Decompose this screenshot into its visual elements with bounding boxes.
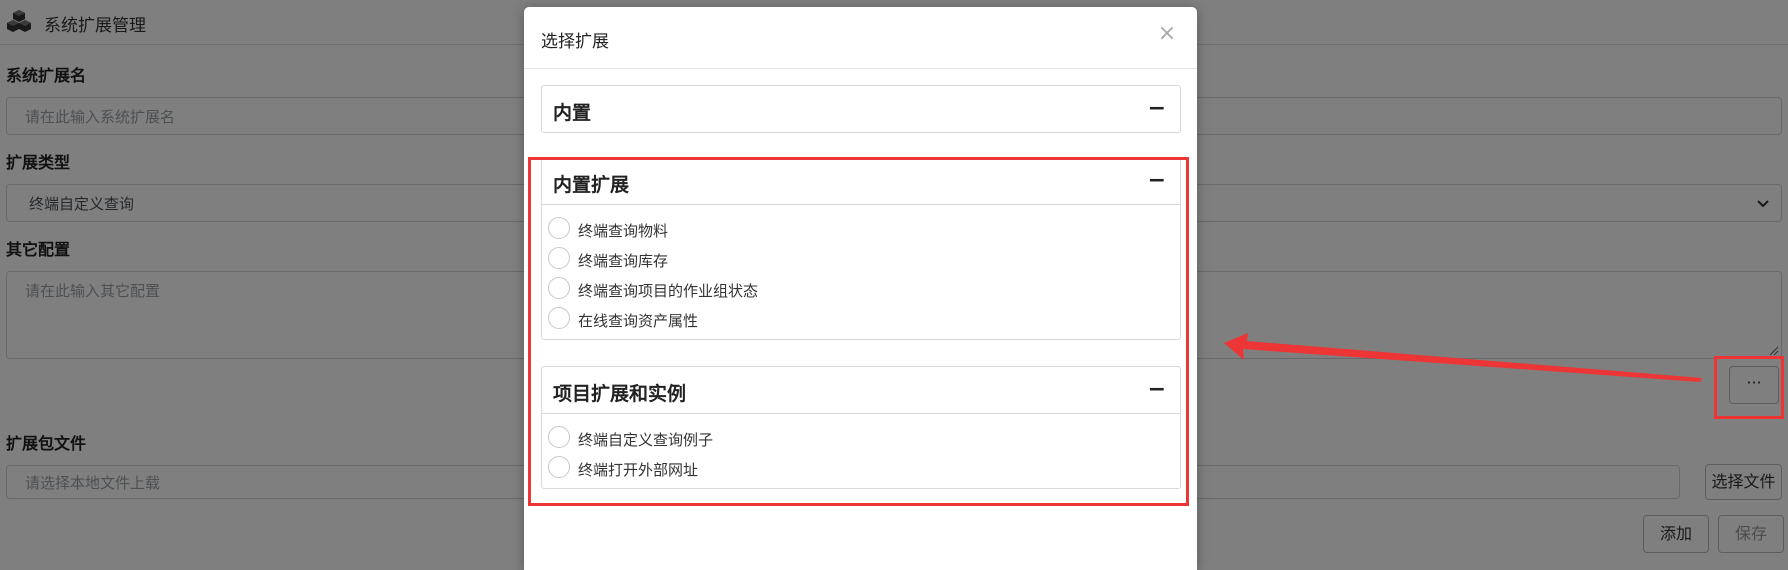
highlight-box-browse-button — [1714, 356, 1784, 419]
dialog-header: 选择扩展 × — [524, 7, 1197, 69]
group-builtin: 内置 − — [541, 85, 1181, 133]
dialog-title: 选择扩展 — [541, 32, 609, 52]
group-header[interactable]: 内置 − — [542, 86, 1180, 132]
collapse-icon[interactable]: − — [1148, 96, 1166, 121]
group-title: 内置 — [553, 102, 592, 124]
close-icon[interactable]: × — [1155, 22, 1179, 46]
highlight-box-extension-list — [528, 157, 1189, 506]
